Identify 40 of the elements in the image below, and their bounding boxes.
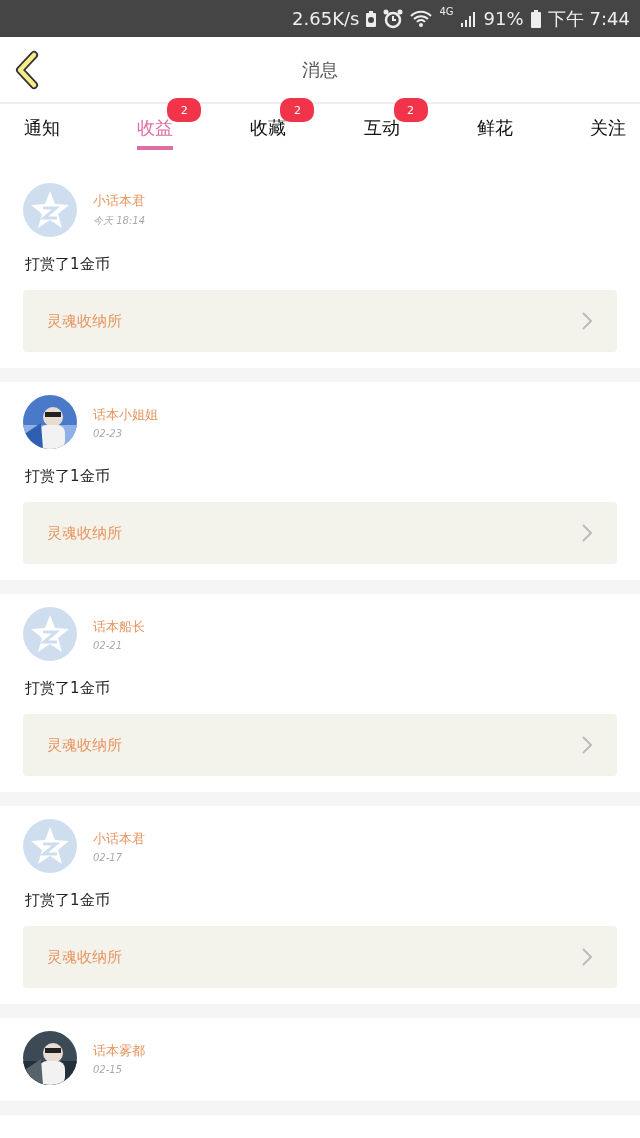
user-name[interactable]: 话本雾都 (93, 1041, 145, 1060)
message-time: 02-23 (93, 427, 124, 439)
message-text: 打赏了1金币 (25, 891, 111, 910)
clock: 7:44 (589, 8, 630, 29)
count-badge: 2 (167, 98, 202, 122)
user-name[interactable]: 话本船长 (93, 617, 145, 636)
chevron-right-icon (581, 735, 593, 755)
tab[interactable]: 通知 (24, 104, 60, 150)
tab[interactable]: 鲜花 (476, 104, 513, 150)
battery-saver-icon (365, 9, 378, 28)
message-text: 打赏了1金币 (25, 255, 111, 274)
chevron-right-icon (581, 311, 593, 331)
alarm-icon (383, 8, 404, 29)
message-text: 打赏了1金币 (25, 679, 111, 698)
network-type: 4G (439, 6, 454, 17)
user-name[interactable]: 小话本君 (93, 192, 145, 210)
network-speed: 2.65K/s (292, 8, 360, 29)
star-avatar-icon[interactable] (23, 183, 77, 237)
message-time: 02-15 (93, 1063, 124, 1075)
message-time: 02-21 (93, 639, 124, 651)
work-link[interactable]: 灵魂收纳所 (23, 502, 617, 564)
time-period: 下午 (547, 6, 584, 31)
battery-level: 91% (483, 8, 524, 29)
battery-icon (529, 8, 542, 29)
signal-icon (459, 9, 478, 28)
user-name[interactable]: 话本小姐姐 (93, 405, 158, 424)
chevron-right-icon (581, 523, 593, 543)
user-name[interactable]: 小话本君 (93, 829, 145, 848)
page-title: 消息 (302, 57, 338, 82)
star-avatar-icon[interactable] (23, 607, 77, 661)
work-link[interactable]: 灵魂收纳所 (23, 290, 617, 352)
message-time: 02-17 (93, 851, 124, 863)
star-avatar-icon[interactable] (23, 819, 77, 873)
wifi-icon (409, 9, 434, 28)
work-link[interactable]: 灵魂收纳所 (23, 926, 617, 988)
message-time: 今天 18:14 (93, 214, 145, 228)
message-text: 打赏了1金币 (25, 467, 111, 486)
work-link[interactable]: 灵魂收纳所 (23, 714, 617, 776)
chevron-right-icon (581, 947, 593, 967)
tab[interactable]: 关注 (589, 104, 626, 150)
